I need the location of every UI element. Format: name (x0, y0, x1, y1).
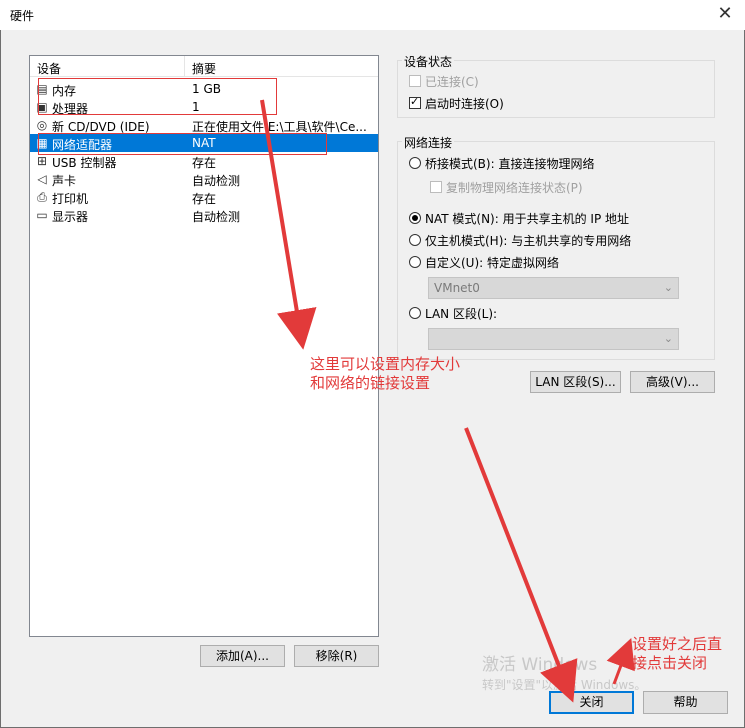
annotation-note-close: 设置好之后直 接点击关闭 (632, 635, 722, 673)
arrow-to-note (260, 99, 317, 350)
annotation-note-close-line1: 设置好之后直 (632, 635, 723, 653)
annotation-note-settings-line1: 这里可以设置内存大小 (310, 355, 461, 373)
annotation-note-close-line2: 接点击关闭 (632, 654, 708, 672)
arrow-to-close-button (464, 427, 578, 703)
arrow-from-note2 (606, 637, 635, 685)
annotation-note-settings-line2: 和网络的链接设置 (310, 374, 431, 392)
annotation-note-settings: 这里可以设置内存大小 和网络的链接设置 (310, 355, 460, 393)
